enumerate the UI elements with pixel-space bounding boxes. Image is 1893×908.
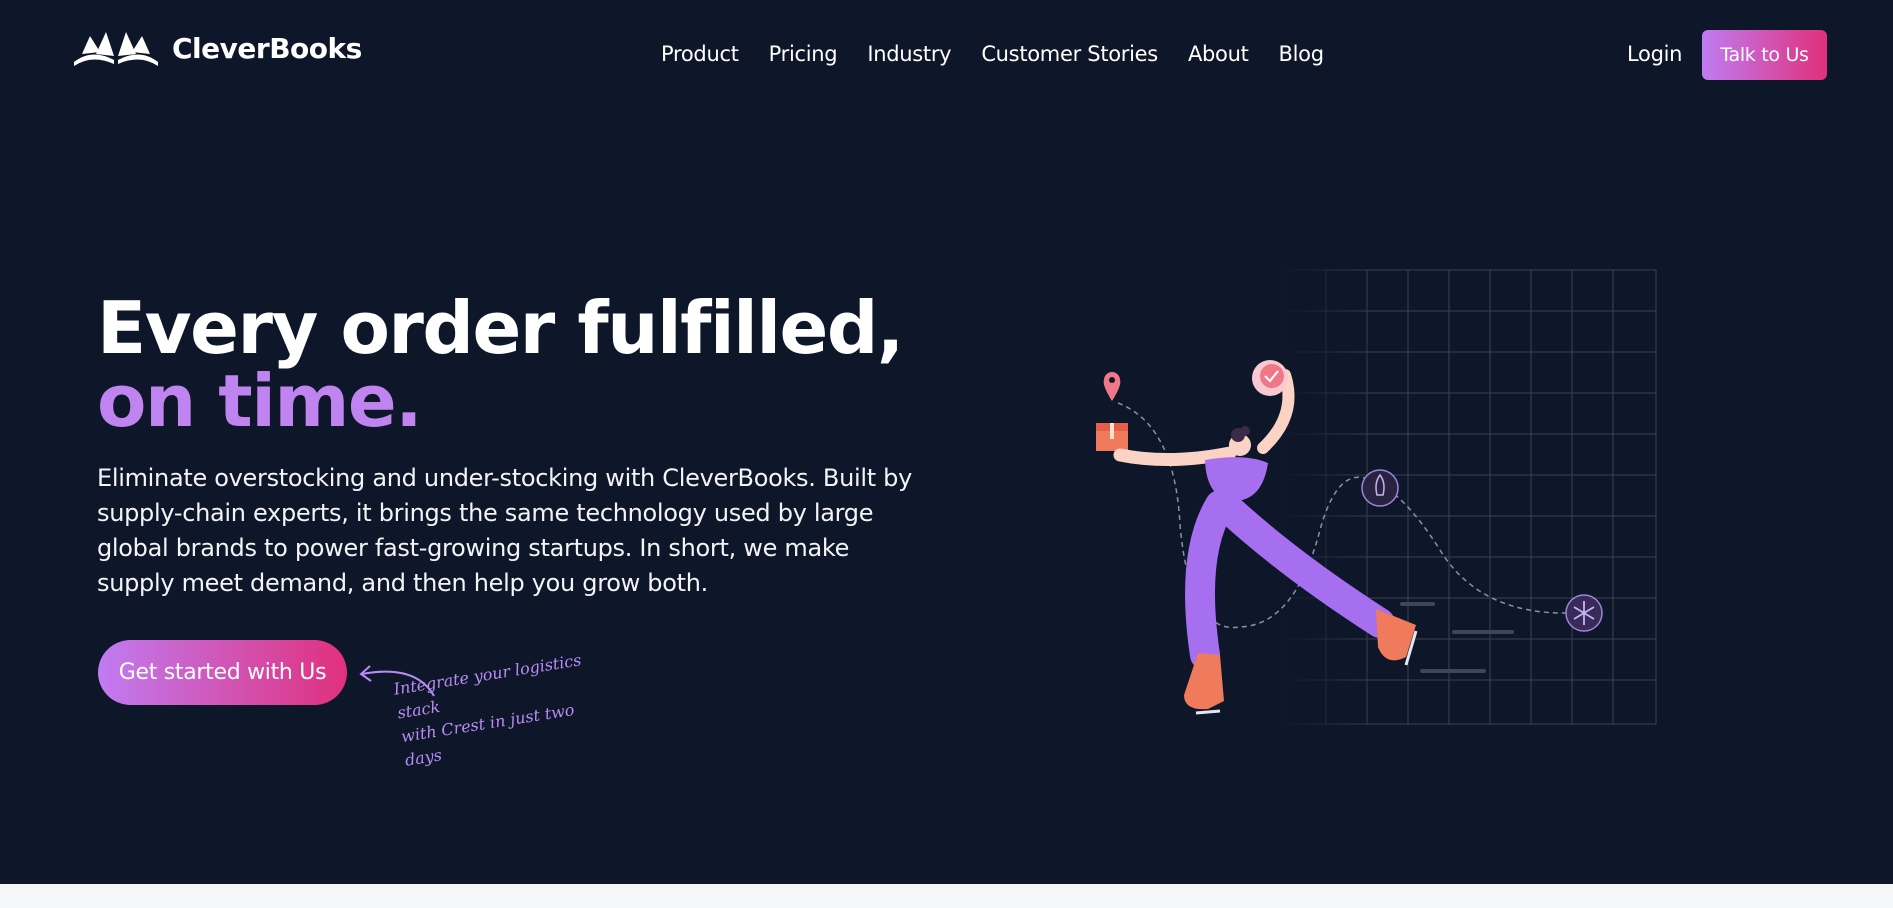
brand-logo[interactable]: CleverBooks (72, 30, 362, 66)
nav-item-industry[interactable]: Industry (867, 42, 951, 66)
snowflake-icon (1565, 594, 1603, 632)
brand-name: CleverBooks (172, 31, 362, 65)
hero-title-main: Every order fulfilled, (97, 286, 904, 370)
next-section-edge (0, 884, 1893, 908)
rocket-icon (1361, 469, 1399, 507)
login-link[interactable]: Login (1627, 42, 1682, 66)
nav-item-customer-stories[interactable]: Customer Stories (981, 42, 1158, 66)
main-nav: Product Pricing Industry Customer Storie… (661, 42, 1354, 66)
hero-illustration (1096, 265, 1660, 735)
hero-title-accent: on time. (97, 359, 423, 443)
clock-icon (1252, 360, 1288, 396)
location-pin-icon (1103, 372, 1121, 401)
open-book-logo-icon (74, 32, 158, 66)
page-background: CleverBooks Product Pricing Industry Cus… (0, 0, 1893, 884)
nav-item-about[interactable]: About (1188, 42, 1249, 66)
nav-item-pricing[interactable]: Pricing (769, 42, 838, 66)
hero-title: Every order fulfilled, on time. (97, 292, 977, 438)
talk-to-us-button[interactable]: Talk to Us (1702, 30, 1827, 80)
nav-item-product[interactable]: Product (661, 42, 739, 66)
get-started-button[interactable]: Get started with Us (98, 640, 347, 705)
nav-item-blog[interactable]: Blog (1279, 42, 1325, 66)
hero-subtitle: Eliminate overstocking and under-stockin… (97, 464, 913, 597)
